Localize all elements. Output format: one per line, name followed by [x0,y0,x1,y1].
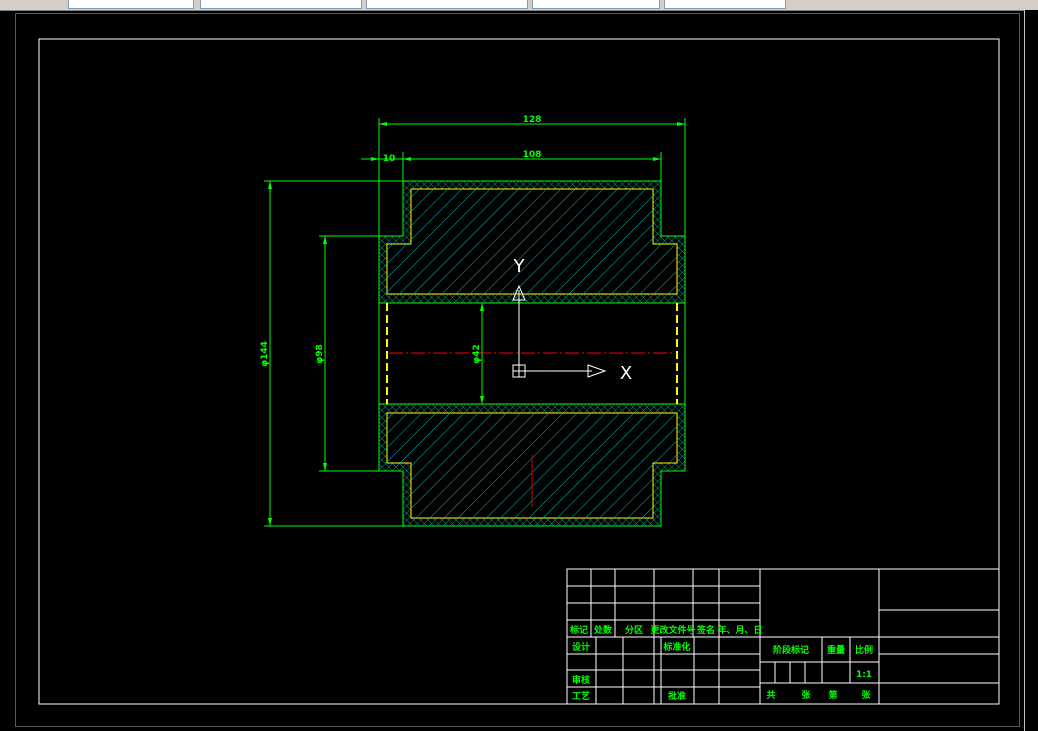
tb-process: 工艺 [572,690,590,702]
tb-header-2: 分区 [625,624,643,636]
dim-phi144-text: φ144 [260,341,270,367]
tb-sheet-unit-2: 张 [861,689,871,701]
tb-design: 设计 [572,641,590,653]
tb-approve: 批准 [668,690,686,702]
tb-sheet-nth: 第 [828,689,837,701]
tb-scale-label: 比例 [855,644,873,656]
ucs-x-label: X [620,363,632,384]
dim-108: 108 10 [361,150,662,181]
tb-header-4: 签名 [696,624,715,636]
dim-108-text: 108 [523,150,542,160]
tb-scale-value: 1:1 [856,670,872,680]
dim-phi98: φ98 [315,235,379,472]
tb-header-5: 年、月、日 [717,624,762,636]
tb-stage-mark: 阶段标记 [773,644,809,656]
dim-phi42-text: φ42 [472,344,482,364]
tb-weight: 重量 [827,644,845,656]
tb-sheet-total: 共 [766,689,775,701]
tb-header-1: 处数 [593,624,613,636]
dim-10-text: 10 [383,154,396,164]
dim-phi98-text: φ98 [315,344,325,364]
upper-inner-hatch-fill [387,189,677,294]
tb-review: 审核 [572,674,590,686]
tb-header-0: 标记 [569,624,588,636]
title-block [566,568,1000,705]
dim-phi42: φ42 [472,303,484,404]
upper-section [378,180,686,304]
tb-standardization: 标准化 [662,641,690,653]
drawing-canvas[interactable]: 128 108 10 φ144 φ98 φ42 Y X 标记 处数 分区 更改文… [0,0,1038,731]
ucs-y-label: Y [513,256,526,277]
dim-phi144: φ144 [260,180,403,527]
dim-128-text: 128 [523,115,542,125]
tb-sheet-unit-1: 张 [801,689,811,701]
tb-header-3: 更改文件号 [650,624,695,636]
